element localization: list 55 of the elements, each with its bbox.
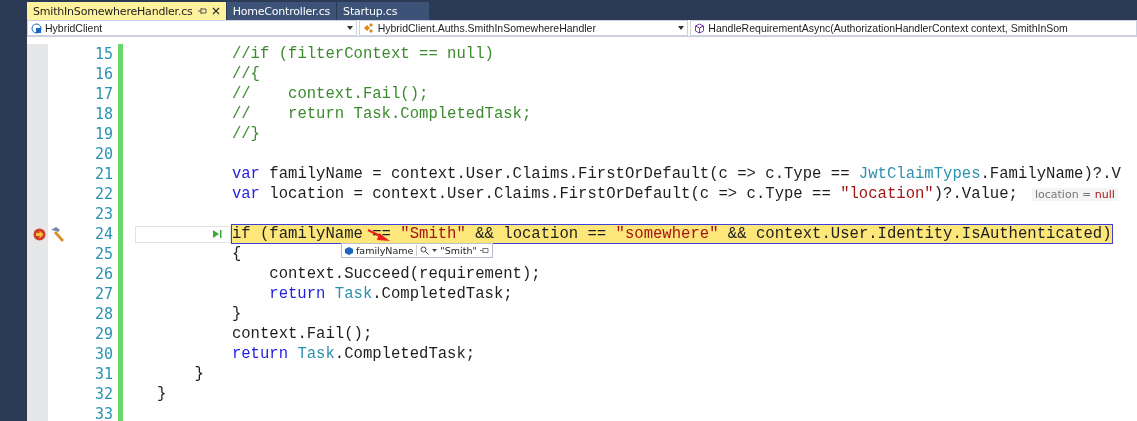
code-line: { [231,245,242,263]
caret-icon[interactable] [432,249,438,252]
code-line: } [231,305,242,323]
method-icon [694,22,706,34]
dropdown-arrow-icon [678,26,685,30]
code-line: // return Task.CompletedTask; [231,105,532,123]
code-line: return Task.CompletedTask; [231,345,476,363]
project-icon [31,22,42,34]
pin-icon[interactable] [479,247,489,254]
navigation-dropdown[interactable]: HybridClient [27,20,357,36]
line-number: 15 [93,45,113,63]
code-line: return Task.CompletedTask; [269,285,513,303]
line-number: 30 [93,345,113,363]
file-tab[interactable]: SmithInSomewhereHandler.cs [27,2,226,20]
code-line: context.Succeed(requirement); [269,265,541,283]
code-line: var familyName = context.User.Claims.FirstOrDefault(c => c.Type == JwtClaimTypes.FamilyName)?.V [231,165,1121,183]
navigation-dropdown[interactable]: HybridClient.Auths.SmithInSomewhereHandler [358,20,689,36]
navigation-dropdown[interactable]: HandleRequirementAsync(AuthorizationHandlerContext context, SmithInSom [690,20,1137,36]
line-number: 32 [93,385,113,403]
line-number: 20 [93,145,113,163]
line-number: 19 [93,125,113,143]
pointer-arrow-icon [367,229,391,243]
search-icon[interactable] [420,246,430,255]
line-number: 17 [93,85,113,103]
line-number: 31 [93,365,113,383]
line-number: 27 [93,285,113,303]
line-number: 29 [93,325,113,343]
code-line: } [194,365,204,383]
code-line: context.Fail(); [231,325,373,343]
line-number: 16 [93,65,113,83]
line-number: 18 [93,105,113,123]
code-line: var location = context.User.Claims.FirstOrDefault(c => c.Type == "location")?.Value; [231,185,1018,203]
file-tab[interactable]: HomeController.cs [226,2,337,20]
code-line: // context.Fail(); [231,85,429,103]
line-number: 21 [93,165,113,183]
line-number: 25 [93,245,113,263]
code-line: //} [231,125,260,143]
step-icon [212,229,222,239]
code-line: } [157,385,167,403]
code-line: //if (filterContext == null) [231,45,494,63]
data-tip: familyName "Smith" [341,243,493,258]
class-icon [362,22,375,34]
line-number: 23 [93,205,113,223]
inline-value-hint: location = null [1031,187,1118,201]
variable-icon [345,246,353,255]
line-number: 24 [93,225,113,243]
close-icon[interactable] [211,7,220,15]
code-line: //{ [231,65,260,83]
line-number: 22 [93,185,113,203]
line-number: 28 [93,305,113,323]
pin-icon[interactable] [197,7,207,15]
line-number: 33 [93,405,113,421]
dropdown-arrow-icon [346,26,353,30]
line-number: 26 [93,265,113,283]
file-tab[interactable]: Startup.cs [337,2,430,20]
